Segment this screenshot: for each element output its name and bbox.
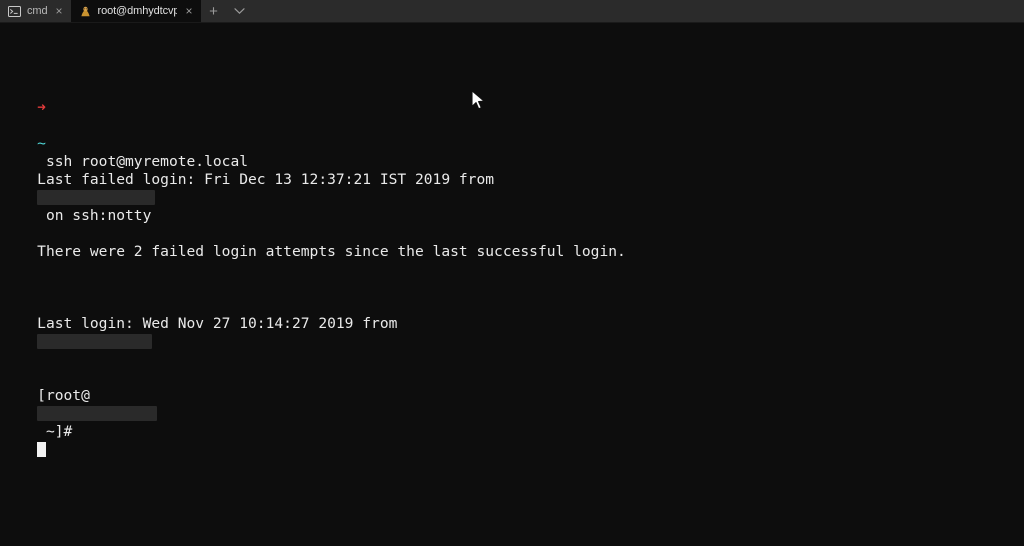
prompt-suffix: ~]#: [37, 423, 81, 440]
linux-penguin-icon: [79, 5, 92, 18]
redacted-ip: [37, 334, 152, 349]
new-tab-button[interactable]: +: [201, 0, 227, 22]
console-icon: [8, 5, 21, 18]
tab-dropdown-button[interactable]: [227, 0, 253, 22]
prompt-path: ~: [37, 135, 46, 152]
plus-icon: +: [209, 4, 218, 19]
last-failed-login-text: Last failed login: Fri Dec 13 12:37:21 I…: [37, 171, 503, 188]
failed-attempts-line: There were 2 failed login attempts since…: [2, 225, 1024, 243]
titlebar-empty-area: [253, 0, 1024, 22]
tab-remote-session-label: root@dmhydtcvpc105:~: [98, 5, 178, 17]
tab-cmd-close-icon[interactable]: ×: [53, 5, 64, 17]
redacted-hostname: [37, 406, 157, 421]
shell-prompt-line: [root@ ~]#: [2, 369, 1024, 387]
tab-cmd-label: cmd: [27, 5, 47, 17]
redacted-ip: [37, 190, 155, 205]
prompt-user-prefix: [root@: [37, 387, 90, 404]
titlebar: cmd × root@dmhydtcvpc105:~ × +: [0, 0, 1024, 23]
prompt-space: [37, 117, 55, 134]
failed-attempts-text: There were 2 failed login attempts since…: [37, 243, 626, 260]
command-line: ➜ ~ ssh root@myremote.local: [2, 81, 1024, 99]
last-login-text: Last login: Wed Nov 27 10:14:27 2019 fro…: [37, 315, 406, 332]
tab-remote-session[interactable]: root@dmhydtcvpc105:~ ×: [71, 0, 201, 22]
chevron-down-icon: [234, 7, 245, 15]
last-login-line: Last login: Wed Nov 27 10:14:27 2019 fro…: [2, 297, 1024, 315]
last-failed-login-suffix: on ssh:notty: [37, 207, 151, 224]
terminal-output[interactable]: ➜ ~ ssh root@myremote.local Last failed …: [0, 23, 1024, 546]
block-cursor: [37, 442, 46, 457]
tab-cmd[interactable]: cmd ×: [0, 0, 71, 22]
prompt-arrow-glyph: ➜: [37, 99, 46, 116]
typed-command: ssh root@myremote.local: [37, 153, 248, 170]
tab-remote-session-close-icon[interactable]: ×: [183, 5, 194, 17]
